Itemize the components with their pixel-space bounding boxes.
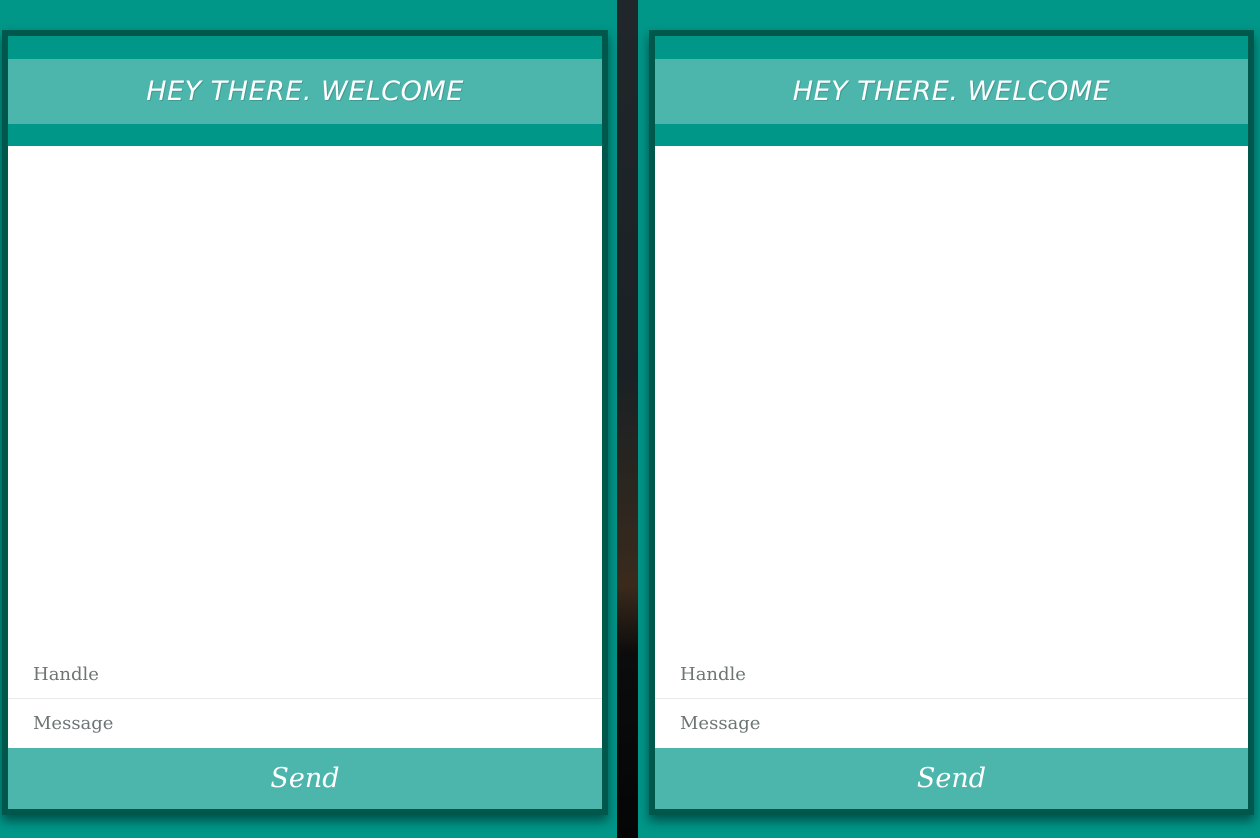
title-bar: HEY THERE. WELCOME xyxy=(8,59,602,124)
send-button[interactable]: Send xyxy=(655,748,1248,809)
browser-window-right: HEY THERE. WELCOME Send xyxy=(638,0,1260,838)
page-title: HEY THERE. WELCOME xyxy=(146,76,464,107)
title-bar: HEY THERE. WELCOME xyxy=(655,59,1248,124)
header-spacer xyxy=(8,124,602,146)
message-input[interactable] xyxy=(680,713,1248,734)
header-spacer xyxy=(8,36,602,59)
message-field-wrapper xyxy=(655,699,1248,748)
chat-output xyxy=(655,146,1248,650)
page-title: HEY THERE. WELCOME xyxy=(792,76,1111,107)
handle-field-wrapper xyxy=(655,650,1248,699)
header-spacer xyxy=(655,124,1248,146)
chat-panel: HEY THERE. WELCOME Send xyxy=(649,30,1254,815)
handle-field-wrapper xyxy=(8,650,602,699)
handle-input[interactable] xyxy=(680,663,1248,685)
window-divider xyxy=(617,0,638,838)
chat-panel: HEY THERE. WELCOME Send xyxy=(2,30,608,815)
header-spacer xyxy=(655,36,1248,59)
browser-window-left: HEY THERE. WELCOME Send xyxy=(0,0,617,838)
message-input[interactable] xyxy=(33,713,602,734)
chat-output xyxy=(8,146,602,650)
send-button[interactable]: Send xyxy=(8,748,602,809)
message-field-wrapper xyxy=(8,699,602,748)
handle-input[interactable] xyxy=(33,663,602,685)
screen: HEY THERE. WELCOME Send HEY THERE. WELCO… xyxy=(0,0,1260,838)
